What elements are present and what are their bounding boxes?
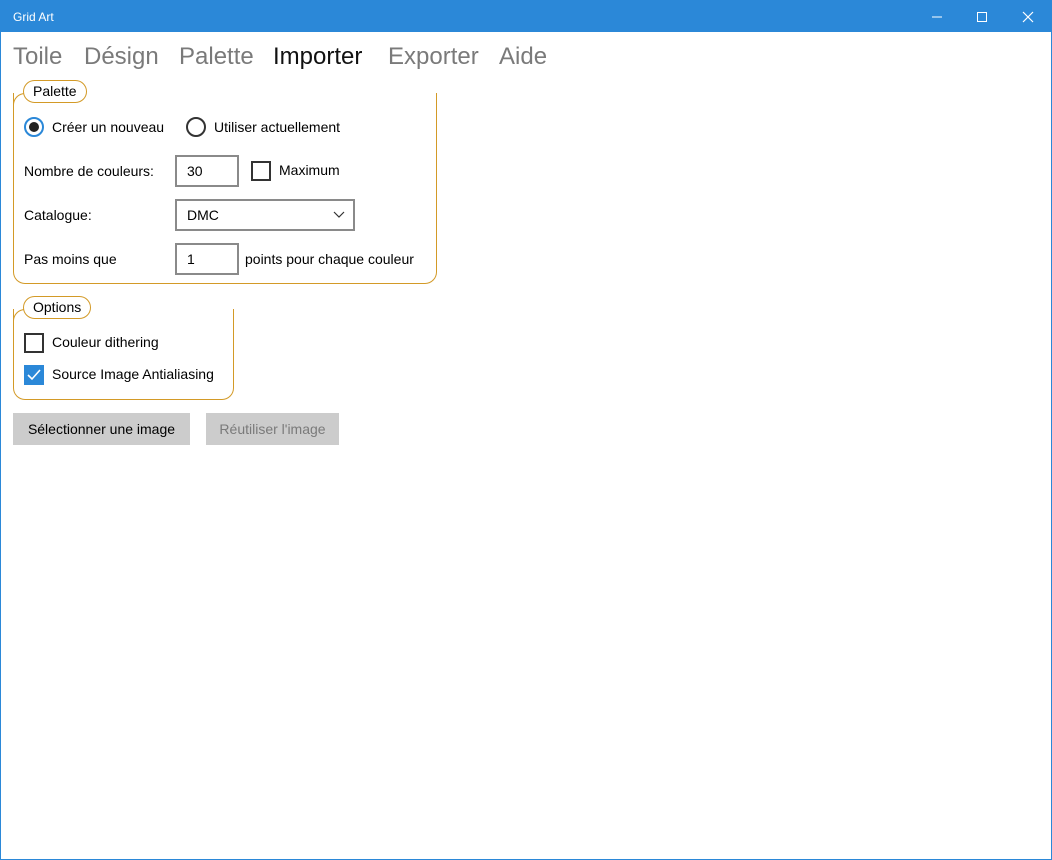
chevron-down-icon: [333, 211, 345, 218]
menu-item-toile[interactable]: Toile: [13, 43, 62, 71]
checkmark-icon: [27, 369, 41, 381]
close-button[interactable]: [1005, 1, 1051, 32]
use-current-label: Utiliser actuellement: [214, 119, 341, 135]
use-current-radio[interactable]: [186, 117, 206, 137]
minimize-button[interactable]: [914, 1, 960, 32]
window-title: Grid Art: [13, 10, 54, 24]
dithering-checkbox[interactable]: [24, 333, 44, 353]
dithering-label: Couleur dithering: [52, 334, 159, 350]
maximize-icon: [977, 12, 987, 22]
min-points-input[interactable]: 1: [175, 243, 239, 275]
select-image-button[interactable]: Sélectionner une image: [13, 413, 190, 445]
maximum-checkbox[interactable]: [251, 161, 271, 181]
antialias-label: Source Image Antialiasing: [52, 366, 214, 382]
menu-item-palette[interactable]: Palette: [179, 43, 254, 71]
min-points-label: Pas moins que: [24, 251, 117, 267]
catalog-select[interactable]: DMC: [175, 199, 355, 231]
app-window: Grid Art Toile Désign Palette Importer E…: [0, 0, 1052, 860]
maximize-button[interactable]: [959, 1, 1005, 32]
catalog-selected-value: DMC: [187, 207, 219, 223]
min-points-suffix: points pour chaque couleur: [245, 251, 414, 267]
title-bar[interactable]: Grid Art: [1, 1, 1051, 32]
menu-item-design[interactable]: Désign: [84, 43, 159, 71]
maximum-label: Maximum: [279, 162, 340, 178]
minimize-icon: [932, 16, 942, 18]
menu-item-exporter[interactable]: Exporter: [388, 43, 479, 71]
menu-item-aide[interactable]: Aide: [499, 43, 547, 71]
antialias-checkbox[interactable]: [24, 365, 44, 385]
palette-group-legend: Palette: [23, 80, 87, 103]
color-count-input[interactable]: 30: [175, 155, 239, 187]
menu-item-importer[interactable]: Importer: [273, 43, 362, 71]
catalog-label: Catalogue:: [24, 207, 92, 223]
options-group-legend: Options: [23, 296, 92, 319]
create-new-label: Créer un nouveau: [52, 119, 165, 135]
options-group-frame: [13, 309, 234, 400]
close-icon: [1022, 11, 1034, 23]
color-count-label: Nombre de couleurs:: [24, 163, 154, 179]
reuse-image-button[interactable]: Réutiliser l'image: [206, 413, 339, 445]
create-new-radio[interactable]: [24, 117, 44, 137]
